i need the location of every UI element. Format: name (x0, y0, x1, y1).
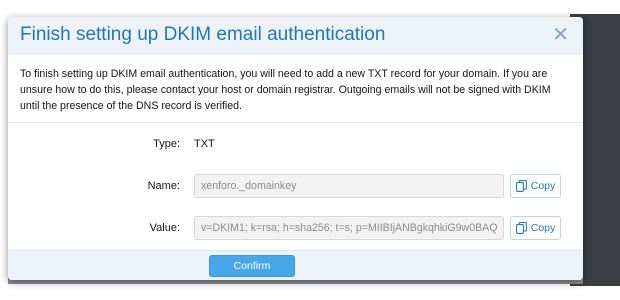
dialog-title: Finish setting up DKIM email authenticat… (20, 24, 386, 45)
name-label: Name: (147, 180, 180, 192)
name-field[interactable]: xenforo._domainkey (194, 174, 504, 198)
copy-name-label: Copy (530, 180, 556, 192)
close-icon[interactable]: ✕ (552, 25, 569, 45)
copy-icon (515, 180, 527, 192)
type-value: TXT (194, 138, 215, 150)
confirm-button[interactable]: Confirm (209, 255, 295, 277)
dialog-intro-text: To finish setting up DKIM email authenti… (8, 54, 583, 123)
copy-value-button[interactable]: Copy (510, 216, 561, 240)
dkim-dialog: Finish setting up DKIM email authenticat… (8, 17, 583, 280)
copy-icon (515, 222, 527, 234)
dialog-footer: Confirm (8, 250, 583, 280)
value-field[interactable]: v=DKIM1; k=rsa; h=sha256; t=s; p=MIIBIjA… (194, 216, 504, 240)
type-label: Type: (153, 138, 180, 150)
copy-name-button[interactable]: Copy (510, 174, 561, 198)
value-label: Value: (149, 222, 180, 234)
name-row: Name: xenforo._domainkey Copy (8, 165, 583, 207)
dns-record-form: Type: TXT Name: xenforo._domainkey Copy … (8, 123, 583, 249)
copy-value-label: Copy (530, 222, 556, 234)
dialog-header: Finish setting up DKIM email authenticat… (8, 17, 583, 54)
value-row: Value: v=DKIM1; k=rsa; h=sha256; t=s; p=… (8, 207, 583, 249)
type-row: Type: TXT (8, 123, 583, 165)
